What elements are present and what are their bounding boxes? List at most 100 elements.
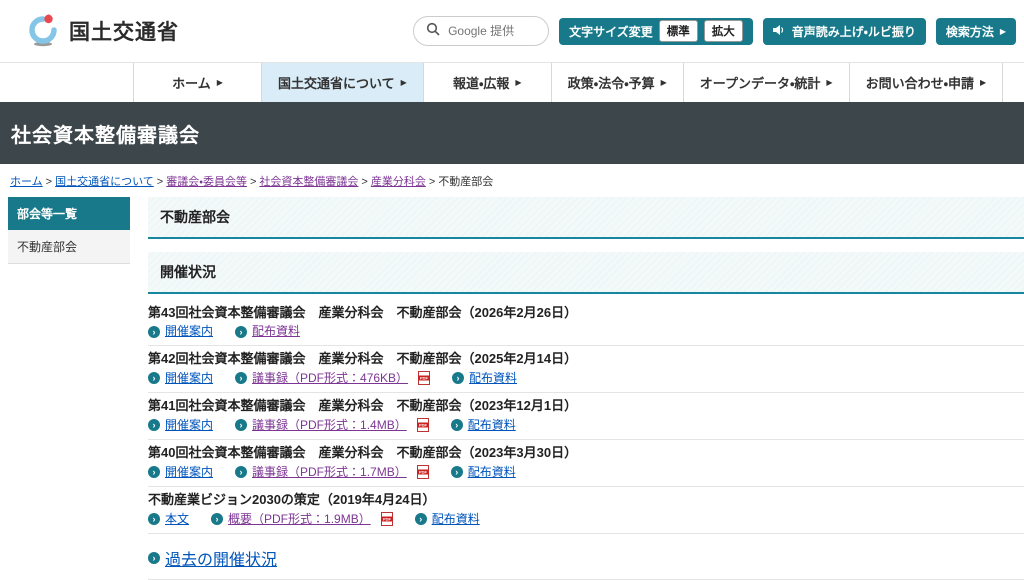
chevron-right-icon: ▶ xyxy=(515,78,521,87)
nav-item[interactable]: 政策・法令・予算▶ xyxy=(551,63,683,102)
site-search-box[interactable] xyxy=(413,16,549,46)
site-logo[interactable]: 国土交通省 xyxy=(26,11,179,52)
meeting-link[interactable]: 概要（PDF形式：1.9MB） xyxy=(228,513,371,526)
breadcrumb-separator: > xyxy=(361,176,367,188)
section-heading: 開催状況 xyxy=(148,252,1024,294)
chevron-right-icon: ▶ xyxy=(661,78,667,87)
nav-item-label: 国土交通省について xyxy=(278,73,395,92)
arrow-bullet-icon: › xyxy=(148,466,160,478)
meeting-link-item: › 配布資料 xyxy=(235,325,300,338)
chevron-right-icon: ▶ xyxy=(980,78,986,87)
mlit-emblem-icon xyxy=(26,11,60,52)
nav-item-label: 報道・広報 xyxy=(453,73,509,92)
chevron-right-icon: ▶ xyxy=(826,78,832,87)
meeting-links-row: › 本文 › 概要（PDF形式：1.9MB） PDF ›配布資料 xyxy=(148,512,1024,526)
meeting-link[interactable]: 本文 xyxy=(165,513,189,526)
meeting-link[interactable]: 開催案内 xyxy=(165,325,213,338)
arrow-bullet-icon: › xyxy=(148,419,160,431)
arrow-bullet-icon: › xyxy=(235,419,247,431)
pdf-icon: PDF xyxy=(417,418,429,432)
meeting-link[interactable]: 配布資料 xyxy=(469,372,517,385)
text-to-speech-button[interactable]: 音声読み上げ・ルビ振り xyxy=(763,18,926,45)
chevron-right-icon: ▶ xyxy=(217,78,223,87)
sidebar-title: 部会等一覧 xyxy=(8,197,130,230)
meeting-link-item: ›開催案内 xyxy=(148,372,213,385)
nav-item-label: ホーム xyxy=(172,73,211,92)
meeting-link-item: ›配布資料 xyxy=(451,419,516,432)
meeting-link-item: › 議事録（PDF形式：1.7MB） PDF xyxy=(235,465,429,479)
main-nav: ホーム▶国土交通省について▶報道・広報▶政策・法令・予算▶オープンデータ・統計▶… xyxy=(0,63,1024,102)
nav-item[interactable]: 国土交通省について ▶ xyxy=(261,63,423,102)
font-size-label: 文字サイズ変更 xyxy=(569,23,653,40)
pdf-icon: PDF xyxy=(418,371,430,385)
meeting-link[interactable]: 配布資料 xyxy=(468,466,516,479)
past-meetings-link[interactable]: 過去の開催状況 xyxy=(165,546,277,570)
arrow-bullet-icon: › xyxy=(235,372,247,384)
site-title: 国土交通省 xyxy=(69,16,179,46)
meeting-link-item: ›配布資料 xyxy=(451,466,516,479)
meeting-link[interactable]: 配布資料 xyxy=(432,513,480,526)
meeting-entry: 第40回社会資本整備審議会 産業分科会 不動産部会（2023年3月30日）›開催… xyxy=(148,440,1024,487)
sidebar: 部会等一覧 不動産部会 xyxy=(8,197,130,264)
page-banner-title: 社会資本整備審議会 xyxy=(11,119,200,148)
breadcrumb-current: 不動産部会 xyxy=(438,176,493,188)
arrow-bullet-icon: › xyxy=(235,466,247,478)
breadcrumb-separator: > xyxy=(250,176,256,188)
nav-item-label: お問い合わせ・申請 xyxy=(866,73,974,92)
breadcrumb-separator: > xyxy=(157,176,163,188)
arrow-bullet-icon: › xyxy=(148,513,160,525)
svg-text:PDF: PDF xyxy=(420,376,429,381)
search-input[interactable] xyxy=(448,24,538,38)
meeting-link[interactable]: 議事録（PDF形式：476KB） xyxy=(252,372,408,385)
breadcrumb-link[interactable]: 国土交通省について xyxy=(55,176,154,188)
font-size-large-button[interactable]: 拡大 xyxy=(704,20,743,42)
nav-item-label: オープンデータ・統計 xyxy=(700,73,821,92)
meeting-entry: 第43回社会資本整備審議会 産業分科会 不動産部会（2026年2月26日） › 開催… xyxy=(148,300,1024,346)
past-meetings-row: › 過去の開催状況 xyxy=(148,534,1024,580)
meeting-link[interactable]: 開催案内 xyxy=(165,466,213,479)
meeting-link[interactable]: 配布資料 xyxy=(252,325,300,338)
meeting-link[interactable]: 開催案内 xyxy=(165,372,213,385)
meeting-link-item: › 開催案内 xyxy=(148,466,213,479)
meeting-link-item: ›配布資料 xyxy=(415,513,480,526)
nav-item[interactable]: オープンデータ・統計 ▶ xyxy=(683,63,849,102)
pdf-icon: PDF xyxy=(417,465,429,479)
meeting-link[interactable]: 議事録（PDF形式：1.7MB） xyxy=(252,466,407,479)
breadcrumb: ホーム>国土交通省について>審議会・委員会等>社会資本整備審議会>産業分科会>不… xyxy=(0,164,1024,194)
sidebar-list: 不動産部会 xyxy=(8,230,130,264)
breadcrumb-link[interactable]: 社会資本整備審議会 xyxy=(259,176,358,188)
meeting-link-item: ›配布資料 xyxy=(452,372,517,385)
meeting-title: 第43回社会資本整備審議会 産業分科会 不動産部会（2026年2月26日） xyxy=(148,305,1024,320)
main-content: 不動産部会 開催状況 第43回社会資本整備審議会 産業分科会 不動産部会（202… xyxy=(148,197,1024,580)
svg-text:PDF: PDF xyxy=(419,470,428,475)
header-controls: 文字サイズ変更 標準 拡大 音声読み上げ・ルビ振り 検索方法 ▶ xyxy=(413,16,1016,46)
breadcrumb-link[interactable]: ホーム xyxy=(10,176,43,188)
meeting-entry: 第42回社会資本整備審議会 産業分科会 不動産部会（2025年2月14日）›開催… xyxy=(148,346,1024,393)
svg-text:PDF: PDF xyxy=(383,517,392,522)
meeting-links-row: ›開催案内 › 議事録（PDF形式：476KB） PDF ›配布資料 xyxy=(148,371,1024,385)
meeting-link-item: › 議事録（PDF形式：1.4MB） PDF xyxy=(235,418,429,432)
nav-item[interactable]: 報道・広報 ▶ xyxy=(423,63,551,102)
meeting-link-item: › 概要（PDF形式：1.9MB） PDF xyxy=(211,512,393,526)
meetings-list: 第43回社会資本整備審議会 産業分科会 不動産部会（2026年2月26日）›開催… xyxy=(148,300,1024,534)
font-size-standard-button[interactable]: 標準 xyxy=(659,20,698,42)
tts-button-label: 音声読み上げ・ルビ振り xyxy=(792,23,916,40)
arrow-bullet-icon: › xyxy=(235,326,247,338)
sidebar-item[interactable]: 不動産部会 xyxy=(8,230,130,264)
breadcrumb-link[interactable]: 審議会・委員会等 xyxy=(166,176,247,188)
meeting-link[interactable]: 議事録（PDF形式：1.4MB） xyxy=(252,419,407,432)
nav-item[interactable]: お問い合わせ・申請 ▶ xyxy=(849,63,1004,102)
search-method-label: 検索方法 xyxy=(946,23,994,40)
chevron-right-icon: ▶ xyxy=(401,78,407,87)
breadcrumb-separator: > xyxy=(46,176,52,188)
nav-item[interactable]: ホーム ▶ xyxy=(133,63,261,102)
search-method-button[interactable]: 検索方法 ▶ xyxy=(936,18,1016,45)
meeting-title: 第41回社会資本整備審議会 産業分科会 不動産部会（2023年12月1日） xyxy=(148,398,1024,413)
meeting-entry: 不動産業ビジョン2030の策定（2019年4月24日）›本文›概要（PDF形式：… xyxy=(148,487,1024,534)
meeting-link[interactable]: 開催案内 xyxy=(165,419,213,432)
arrow-bullet-icon: › xyxy=(211,513,223,525)
arrow-bullet-icon: › xyxy=(148,552,160,564)
breadcrumb-link[interactable]: 産業分科会 xyxy=(371,176,426,188)
meeting-links-row: › 開催案内 › 配布資料 xyxy=(148,325,1024,338)
meeting-link[interactable]: 配布資料 xyxy=(468,419,516,432)
